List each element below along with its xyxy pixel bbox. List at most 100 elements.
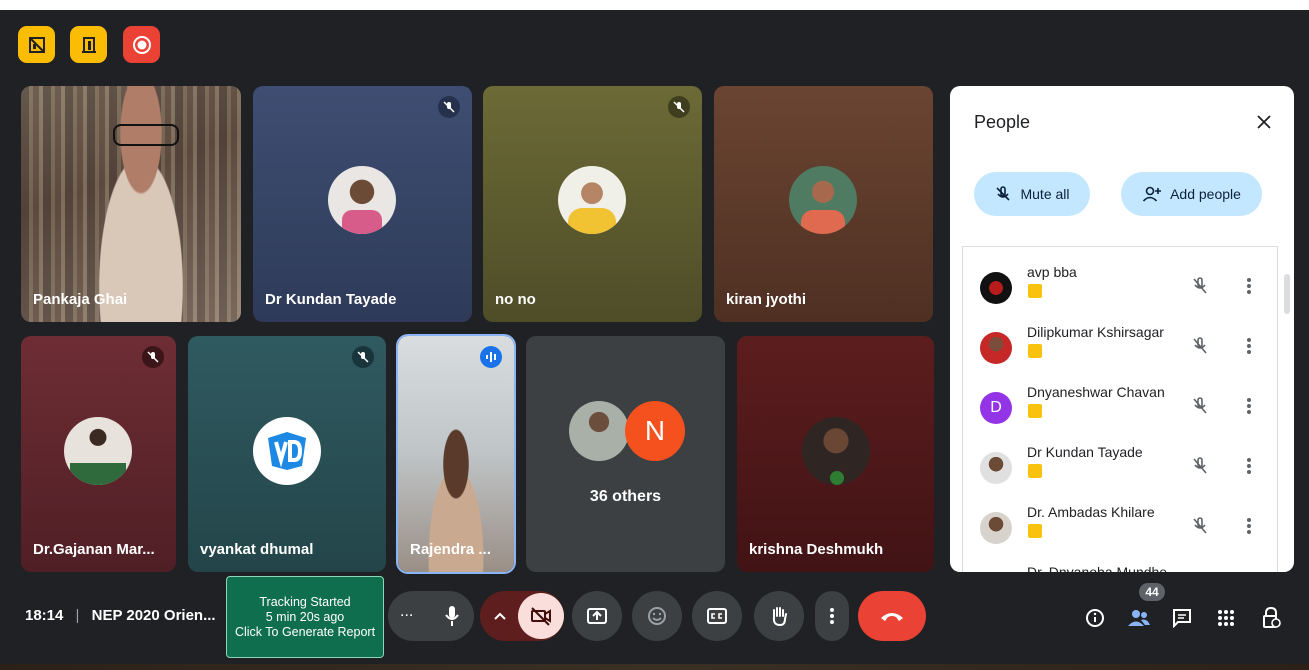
tile-name: Rajendra ... (410, 541, 491, 558)
breakout-tag-icon (1028, 524, 1042, 538)
tracking-line-1: Tracking Started (259, 594, 351, 609)
host-controls-badge[interactable] (18, 26, 55, 63)
breakout-tag-icon (1028, 464, 1042, 478)
apps-icon (1218, 610, 1234, 626)
video-tile-dr-kundan-tayade[interactable]: Dr Kundan Tayade (253, 86, 472, 322)
participant-avatar-logo (253, 417, 321, 485)
emoji-icon (648, 607, 666, 625)
more-vert-icon[interactable] (1246, 516, 1252, 536)
people-panel: People Mute all Add people avp bba Dilip… (950, 86, 1294, 572)
participant-row[interactable]: Dr. Dnyanoba Mundhe (980, 562, 1270, 572)
clock: 18:14 (25, 607, 64, 624)
participant-row[interactable]: Dr. Ambadas Khilare (980, 502, 1270, 558)
leave-call-button[interactable] (858, 591, 926, 641)
reactions-button[interactable] (632, 591, 682, 641)
add-person-icon (1142, 186, 1162, 202)
video-tile-others[interactable]: N 36 others (526, 336, 725, 572)
mic-off-icon (673, 101, 685, 113)
chat-icon (1173, 609, 1191, 628)
tracking-report-button[interactable]: Tracking Started 5 min 20s ago Click To … (226, 576, 384, 658)
chevron-up-icon (494, 612, 506, 620)
tile-name: krishna Deshmukh (749, 541, 884, 558)
participant-avatar (569, 401, 629, 461)
participant-avatar (558, 166, 626, 234)
breakout-tag-icon (1028, 284, 1042, 298)
participant-row[interactable]: Dilipkumar Kshirsagar (980, 322, 1270, 378)
videocam-off-icon (531, 607, 551, 626)
video-tile-krishna-deshmukh[interactable]: krishna Deshmukh (737, 336, 934, 572)
people-button[interactable] (1127, 606, 1151, 630)
host-controls-button[interactable] (1259, 606, 1283, 630)
close-icon (1257, 115, 1271, 129)
chat-button[interactable] (1170, 606, 1194, 630)
person-silhouette (76, 86, 206, 322)
more-vert-icon[interactable] (1246, 396, 1252, 416)
meeting-details-button[interactable] (1083, 606, 1107, 630)
video-tile-vyankat-dhumal[interactable]: vyankat dhumal (188, 336, 386, 572)
add-people-label: Add people (1170, 186, 1241, 202)
breakout-tag-icon (1028, 344, 1042, 358)
camera-control-group (480, 591, 564, 641)
participant-avatar (802, 417, 870, 485)
mic-off-icon (147, 351, 159, 363)
tracking-line-3: Click To Generate Report (234, 624, 376, 639)
more-options-button[interactable] (815, 591, 849, 641)
video-tile-rajendra[interactable]: Rajendra ... (398, 336, 514, 572)
camera-options-button[interactable] (490, 606, 510, 626)
tile-name: Dr Kundan Tayade (265, 291, 397, 308)
tile-name: Pankaja Ghai (33, 291, 128, 308)
more-vert-icon[interactable] (1246, 276, 1252, 296)
participant-name: Dr. Ambadas Khilare (1027, 504, 1155, 520)
vd-logo-icon (268, 432, 306, 470)
video-tile-no-no[interactable]: no no (483, 86, 702, 322)
record-icon (132, 35, 151, 54)
mic-button[interactable] (432, 596, 472, 636)
mic-off-icon (996, 186, 1011, 201)
breakout-badge[interactable] (70, 26, 107, 63)
participant-name: Dilipkumar Kshirsagar (1027, 324, 1164, 340)
audio-options-button[interactable]: ... (400, 603, 413, 621)
participant-row[interactable]: Dr Kundan Tayade (980, 442, 1270, 498)
video-tile-kiran-jyothi[interactable]: kiran jyothi (714, 86, 933, 322)
video-tile-dr-gajanan[interactable]: Dr.Gajanan Mar... (21, 336, 176, 572)
present-screen-button[interactable] (572, 591, 622, 641)
tracking-line-2: 5 min 20s ago (265, 609, 345, 624)
mic-off-icon (443, 101, 455, 113)
more-vert-icon[interactable] (1246, 456, 1252, 476)
info-separator: | (75, 607, 80, 624)
mic-control-group: ... (388, 591, 474, 641)
meeting-title[interactable]: NEP 2020 Orien... (92, 607, 216, 624)
mute-all-button[interactable]: Mute all (974, 172, 1090, 216)
participant-initial-avatar: D (980, 392, 1012, 424)
hand-icon (772, 607, 787, 627)
participant-avatar (328, 166, 396, 234)
participant-row[interactable]: avp bba (980, 262, 1270, 318)
camera-toggle-button[interactable] (518, 593, 564, 639)
participant-avatar (980, 272, 1012, 304)
closed-caption-icon (707, 608, 727, 624)
mic-off-icon[interactable] (1191, 276, 1209, 296)
mute-all-label: Mute all (1020, 186, 1070, 202)
more-vert-icon[interactable] (1246, 336, 1252, 356)
taskbar-strip (0, 664, 1309, 670)
participant-row[interactable]: D Dnyaneshwar Chavan (980, 382, 1270, 438)
mic-off-icon[interactable] (1191, 516, 1209, 536)
add-people-button[interactable]: Add people (1121, 172, 1262, 216)
tile-name: vyankat dhumal (200, 541, 314, 558)
mic-off-icon[interactable] (1191, 336, 1209, 356)
video-tile-pankaja-ghai[interactable]: Pankaja Ghai (21, 86, 241, 322)
participant-name: Dr Kundan Tayade (1027, 444, 1143, 460)
participant-list-scrollbar[interactable] (1284, 274, 1290, 314)
recording-badge[interactable] (123, 26, 160, 63)
mic-off-indicator (438, 96, 460, 118)
raise-hand-button[interactable] (754, 591, 804, 641)
mic-off-icon[interactable] (1191, 456, 1209, 476)
participant-avatar (980, 452, 1012, 484)
activities-button[interactable] (1214, 606, 1238, 630)
audio-level-icon (486, 352, 496, 362)
captions-button[interactable] (692, 591, 742, 641)
call-end-icon (881, 613, 903, 621)
mic-off-icon[interactable] (1191, 396, 1209, 416)
close-panel-button[interactable] (1250, 108, 1278, 136)
participant-avatar (789, 166, 857, 234)
